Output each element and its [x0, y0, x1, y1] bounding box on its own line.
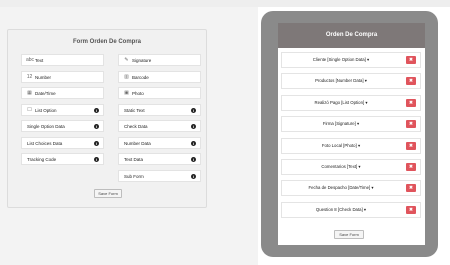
field-type-label: Date/Time [35, 91, 56, 96]
field-type-label: Tracking Code [27, 157, 57, 162]
delete-field-button[interactable]: ✖ [406, 205, 416, 214]
info-icon[interactable]: i [191, 140, 196, 146]
preview-field-label[interactable]: Firma [Signature] ▾ [282, 117, 400, 131]
preview-field-label[interactable]: Question 8 [Check Data] ▾ [282, 203, 400, 217]
field-type-label: Barcode [132, 74, 149, 80]
field-type-barcode[interactable]: ▥ Barcode [118, 70, 201, 83]
delete-field-button[interactable]: ✖ [406, 141, 416, 150]
preview-title: Orden De Compra [278, 23, 425, 48]
list-icon: ☐ [27, 106, 32, 113]
field-type-text-data[interactable]: Text Data i [118, 153, 201, 165]
pen-icon: ✎ [124, 57, 129, 63]
preview-field-row[interactable]: Foto Local [Photo] ▾ ✖ [281, 137, 421, 154]
info-icon[interactable]: i [94, 107, 99, 113]
field-type-label: List Option [35, 107, 57, 113]
field-type-label: Check Data [124, 124, 148, 129]
field-type-label: Static Text [124, 107, 145, 113]
field-type-label: Text Data [124, 157, 144, 162]
preview-save-form-button[interactable]: Save Form [334, 230, 364, 239]
field-type-label: Signature [132, 58, 152, 63]
field-type-label: Number [35, 74, 52, 80]
preview-field-row[interactable]: Comentarios [Text] ▾ ✖ [281, 159, 421, 175]
field-type-check-data[interactable]: Check Data i [118, 120, 201, 132]
field-type-number-data[interactable]: Number Data i [118, 136, 201, 149]
preview-field-label[interactable]: Productos [Number Data] ▾ [282, 74, 400, 88]
info-icon[interactable]: i [191, 124, 196, 129]
info-icon[interactable]: i [191, 173, 196, 179]
delete-field-button[interactable]: ✖ [406, 98, 416, 107]
delete-field-button[interactable]: ✖ [406, 77, 416, 86]
field-type-label: Single Option Data [27, 124, 65, 129]
info-icon[interactable]: i [94, 140, 99, 146]
form-builder-panel: Form Orden De Compra abc Text 12 Number ▦ Dat… [7, 29, 207, 208]
calendar-icon: ▦ [27, 90, 32, 96]
field-type-static-text[interactable]: Static Text i [118, 103, 201, 116]
barcode-icon: ▥ [124, 73, 129, 80]
builder-title: Form Orden De Compra [72, 39, 141, 45]
preview-field-row[interactable]: Fecha de Despacho [Date/Time] ▾ ✖ [281, 180, 421, 197]
field-type-list-option[interactable]: ☐ List Option i [21, 103, 104, 116]
field-type-label: Photo [132, 91, 144, 96]
info-icon[interactable]: i [191, 157, 196, 162]
delete-field-button[interactable]: ✖ [406, 56, 416, 64]
preview-field-row[interactable]: Question 8 [Check Data] ▾ ✖ [281, 201, 421, 218]
preview-field-row[interactable]: Productos [Number Data] ▾ ✖ [281, 73, 421, 90]
preview-field-label[interactable]: Comentarios [Text] ▾ [282, 160, 400, 174]
number-icon: 12 [26, 73, 33, 80]
preview-field-row[interactable]: Firma [Signature] ▾ ✖ [281, 116, 421, 133]
field-type-tracking-code[interactable]: Tracking Code i [21, 153, 104, 165]
field-type-list-choices-data[interactable]: List Choices Data i [21, 136, 104, 149]
field-type-text[interactable]: abc Text [21, 54, 104, 66]
field-type-single-option-data[interactable]: Single Option Data i [21, 120, 104, 132]
save-form-button[interactable]: Save Form [94, 189, 122, 198]
preview-field-row[interactable]: Cliente [Single Option Data] ▾ ✖ [281, 52, 421, 68]
photo-icon: ▣ [124, 90, 129, 96]
field-type-date-time[interactable]: ▦ Date/Time [21, 87, 104, 99]
field-type-label: List Choices Data [27, 140, 63, 146]
phone-preview-screen: Orden De Compra Cliente [Single Option D… [278, 23, 425, 245]
field-type-number[interactable]: 12 Number [21, 70, 104, 83]
preview-field-label[interactable]: Foto Local [Photo] ▾ [282, 139, 400, 153]
info-icon[interactable]: i [94, 124, 99, 129]
field-type-photo[interactable]: ▣ Photo [118, 87, 201, 99]
preview-field-row[interactable]: Realizó Pago [List Option] ▾ ✖ [281, 94, 421, 111]
field-type-label: Text [35, 58, 44, 63]
delete-field-button[interactable]: ✖ [406, 163, 416, 171]
preview-field-label[interactable]: Realizó Pago [List Option] ▾ [282, 96, 400, 110]
field-type-sub-form[interactable]: Sub Form i [118, 169, 201, 182]
abc-icon: abc [26, 57, 35, 63]
delete-field-button[interactable]: ✖ [406, 184, 416, 193]
field-type-label: Number Data [124, 140, 151, 146]
top-strip [0, 0, 450, 7]
delete-field-button[interactable]: ✖ [406, 120, 416, 129]
info-icon[interactable]: i [191, 107, 196, 113]
preview-field-label[interactable]: Fecha de Despacho [Date/Time] ▾ [282, 181, 400, 195]
preview-field-label[interactable]: Cliente [Single Option Data] ▾ [282, 53, 400, 67]
info-icon[interactable]: i [94, 157, 99, 162]
field-type-signature[interactable]: ✎ Signature [118, 54, 201, 66]
field-type-label: Sub Form [124, 173, 144, 179]
